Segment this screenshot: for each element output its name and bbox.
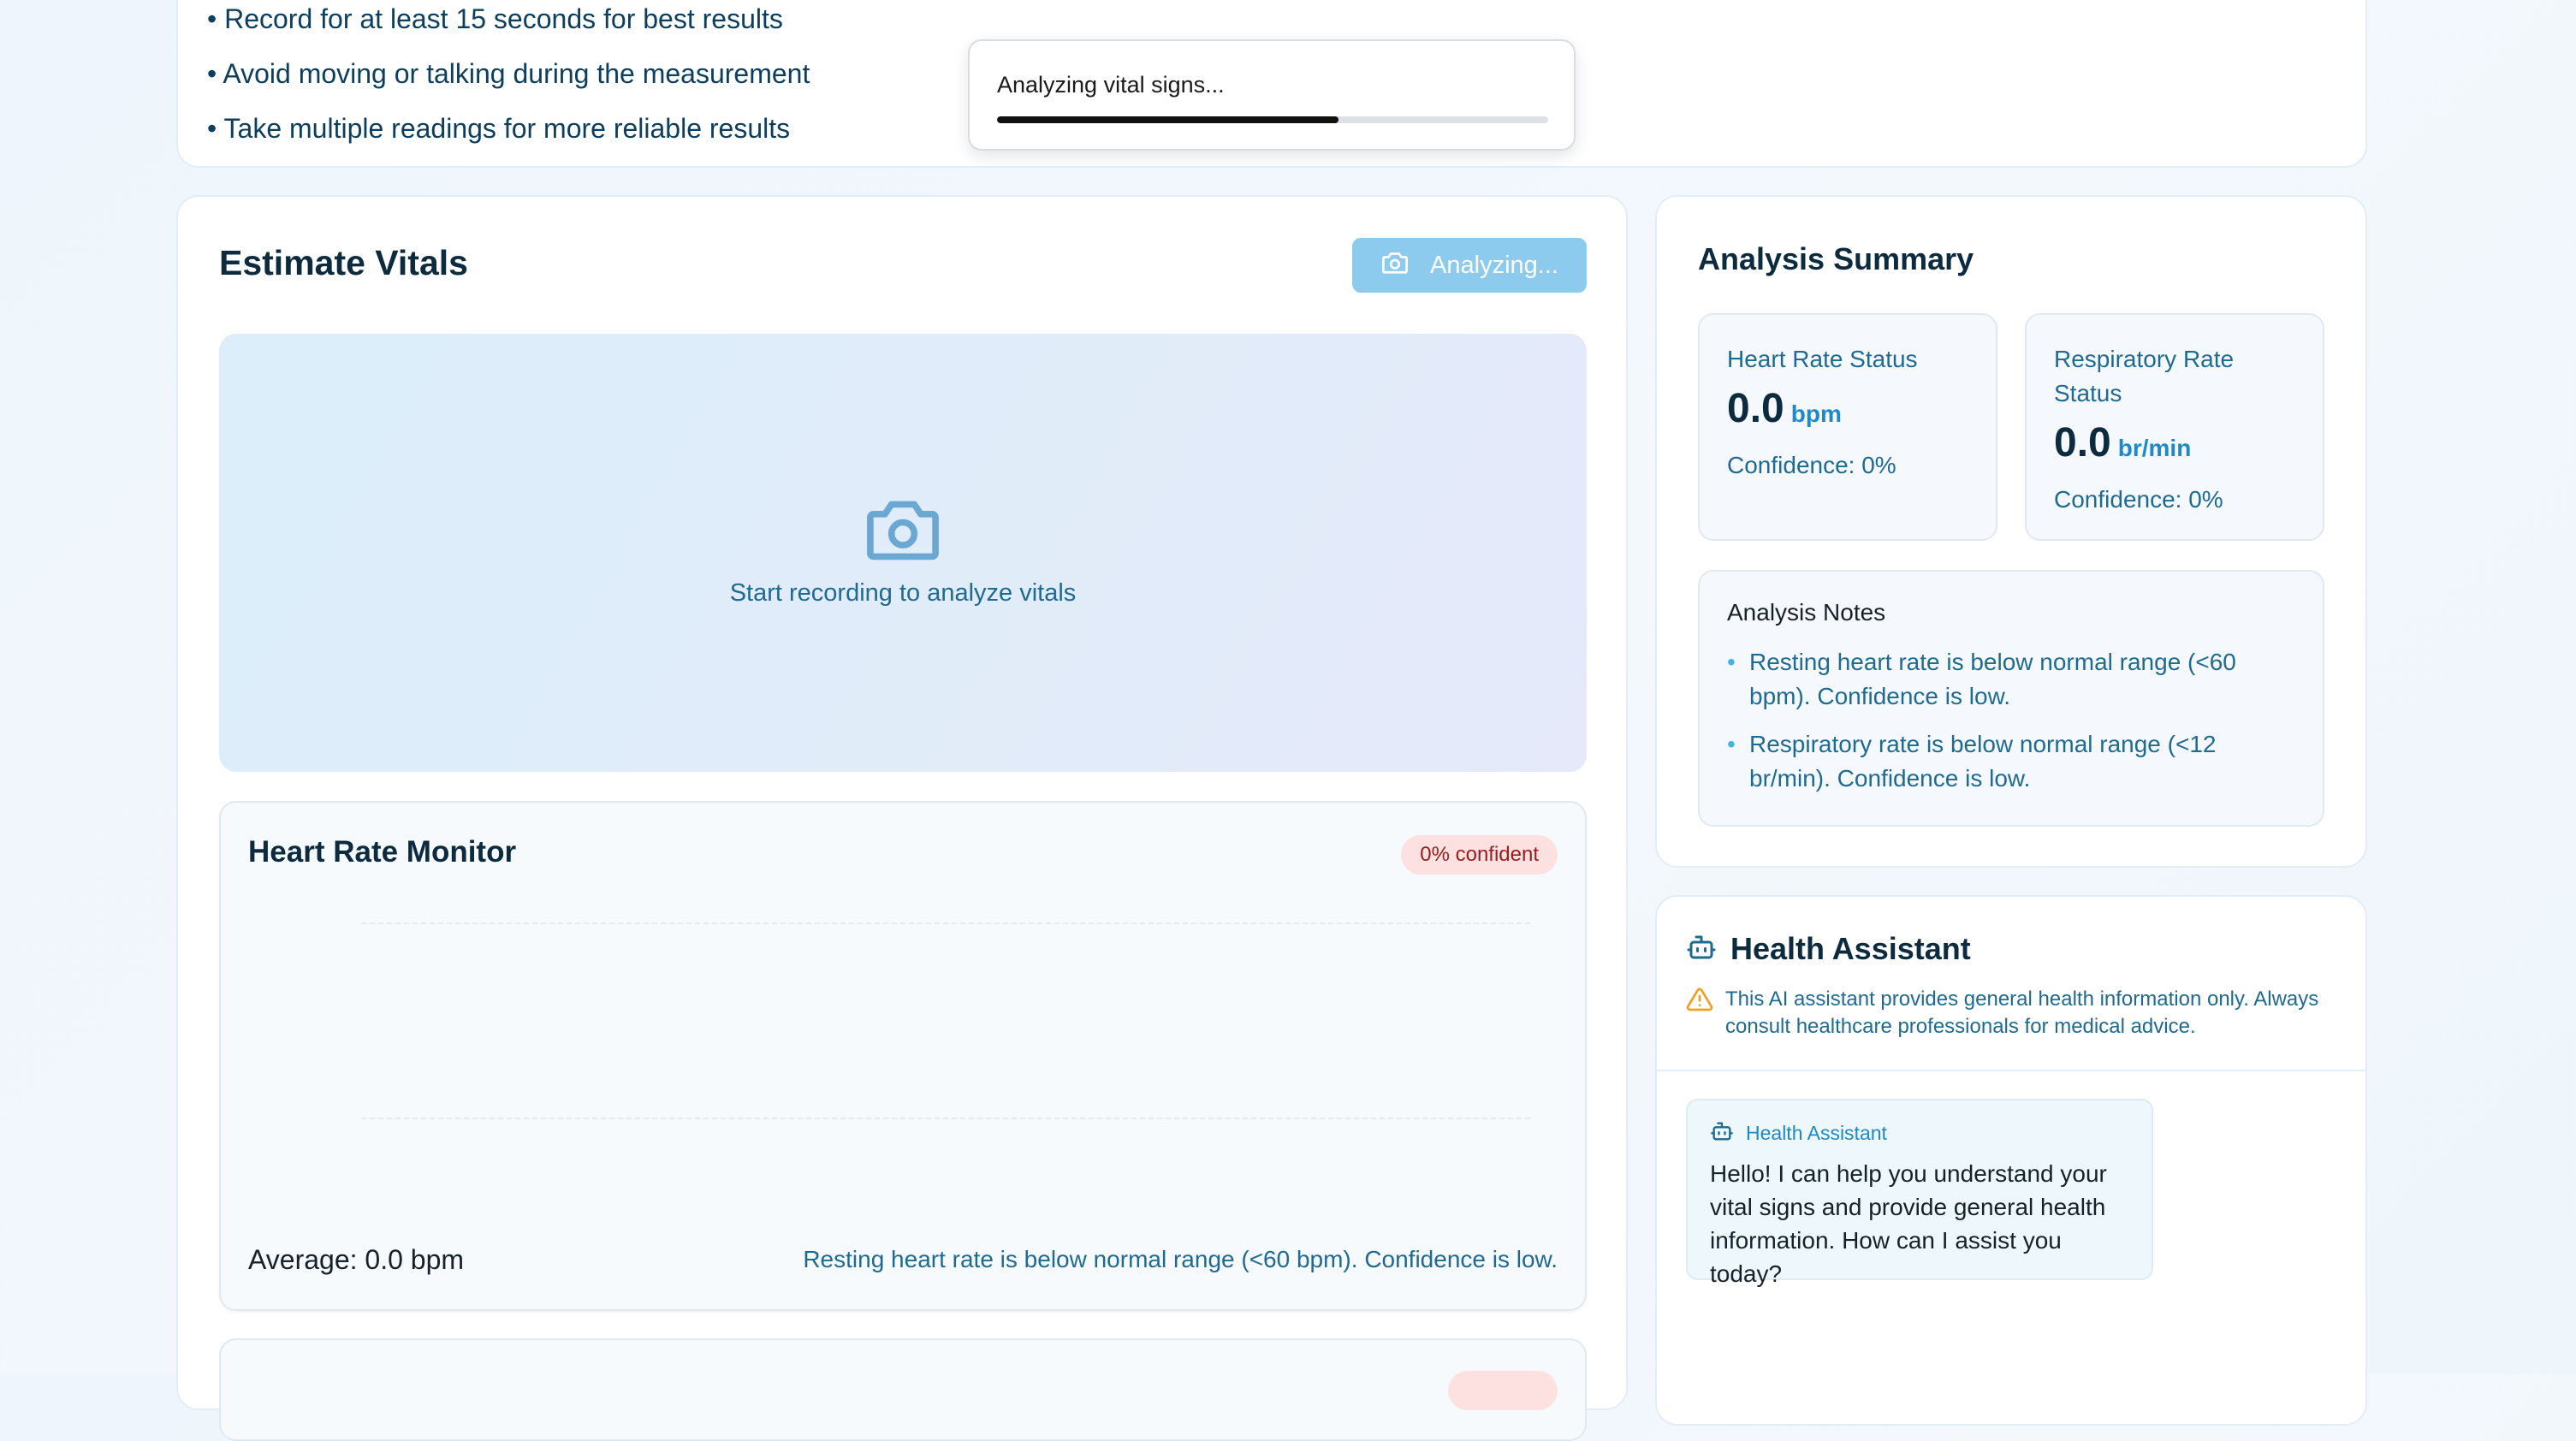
- tip-item: Record for at least 15 seconds for best …: [207, 0, 810, 46]
- camera-icon: [864, 501, 942, 566]
- camera-icon: [1380, 249, 1410, 282]
- respiratory-rate-confidence: Confidence: 0%: [2054, 486, 2223, 513]
- warning-icon: [1686, 986, 1713, 1017]
- analyze-button-label: Analyzing...: [1430, 251, 1558, 279]
- assistant-title: Health Assistant: [1730, 931, 1971, 966]
- chart-gridline: [361, 1118, 1530, 1119]
- chart-gridline: [361, 922, 1530, 924]
- bot-icon: [1686, 932, 1717, 967]
- respiratory-rate-value: 0.0 br/min: [2054, 419, 2191, 466]
- tip-item: Avoid moving or talking during the measu…: [207, 46, 810, 101]
- respiratory-rate-status-label: Respiratory Rate Status: [2054, 346, 2235, 406]
- analysis-note-item: Respiratory rate is below normal range (…: [1727, 727, 2275, 796]
- analyze-button[interactable]: Analyzing...: [1352, 238, 1587, 293]
- tips-list: Record for at least 15 seconds for best …: [207, 0, 810, 156]
- estimate-vitals-card: Estimate Vitals Analyzing... Start recor…: [176, 195, 1628, 1441]
- heart-rate-unit: bpm: [1790, 400, 1842, 427]
- video-placeholder: Start recording to analyze vitals: [219, 495, 1587, 608]
- heart-rate-title: Heart Rate Monitor: [248, 835, 517, 869]
- message-header: Health Assistant: [1710, 1119, 1887, 1147]
- page-title: Estimate Vitals: [219, 243, 468, 282]
- bot-icon: [1710, 1119, 1734, 1147]
- respiratory-rate-status: Respiratory Rate Status 0.0 br/min Confid…: [2025, 313, 2324, 541]
- video-preview: Start recording to analyze vitals: [219, 334, 1587, 772]
- confidence-badge: 0% confident: [1401, 835, 1558, 875]
- video-placeholder-text: Start recording to analyze vitals: [729, 579, 1077, 607]
- analysis-notes-title: Analysis Notes: [1727, 599, 1886, 626]
- assistant-header: Health Assistant: [1686, 931, 1971, 967]
- heart-rate-value: 0.0 bpm: [1727, 385, 1842, 432]
- analyzing-toast: Analyzing vital signs...: [968, 39, 1576, 151]
- disclaimer-text: This AI assistant provides general healt…: [1725, 987, 2319, 1038]
- message-text: Hello! I can help you understand your vi…: [1710, 1160, 2107, 1287]
- progress-fill: [997, 116, 1339, 123]
- analysis-notes-list: Resting heart rate is below normal range…: [1727, 645, 2275, 809]
- message-sender: Health Assistant: [1746, 1122, 1887, 1144]
- toast-text: Analyzing vital signs...: [997, 72, 1225, 98]
- divider: [1657, 1070, 2365, 1071]
- heart-rate-status: Heart Rate Status 0.0 bpm Confidence: 0%: [1698, 313, 1997, 541]
- analysis-note-item: Resting heart rate is below normal range…: [1727, 645, 2275, 714]
- health-assistant-card: Health Assistant This AI assistant provi…: [1655, 895, 2367, 1426]
- confidence-badge: [1448, 1371, 1558, 1410]
- respiratory-rate-unit: br/min: [2117, 435, 2192, 461]
- respiratory-monitor-card: [219, 1338, 1587, 1441]
- analysis-notes: Analysis Notes Resting heart rate is bel…: [1698, 570, 2324, 827]
- heart-rate-average: Average: 0.0 bpm: [248, 1244, 465, 1275]
- assistant-message: Health Assistant Hello! I can help you u…: [1686, 1099, 2153, 1287]
- summary-title: Analysis Summary: [1698, 241, 1974, 276]
- heart-rate-number: 0.0: [1727, 386, 1784, 431]
- assistant-disclaimer: This AI assistant provides general healt…: [1686, 986, 2336, 1041]
- respiratory-rate-number: 0.0: [2054, 420, 2111, 466]
- heart-rate-confidence: Confidence: 0%: [1727, 452, 1896, 478]
- heart-rate-note: Resting heart rate is below normal range…: [803, 1246, 1558, 1272]
- heart-rate-status-label: Heart Rate Status: [1727, 346, 1918, 372]
- progress-bar: [997, 116, 1548, 123]
- analysis-summary-card: Analysis Summary Heart Rate Status 0.0 bp…: [1655, 195, 2367, 868]
- tip-item: Take multiple readings for more reliable…: [207, 101, 810, 156]
- heart-rate-monitor: Heart Rate Monitor 0% confident Average:…: [219, 801, 1587, 1311]
